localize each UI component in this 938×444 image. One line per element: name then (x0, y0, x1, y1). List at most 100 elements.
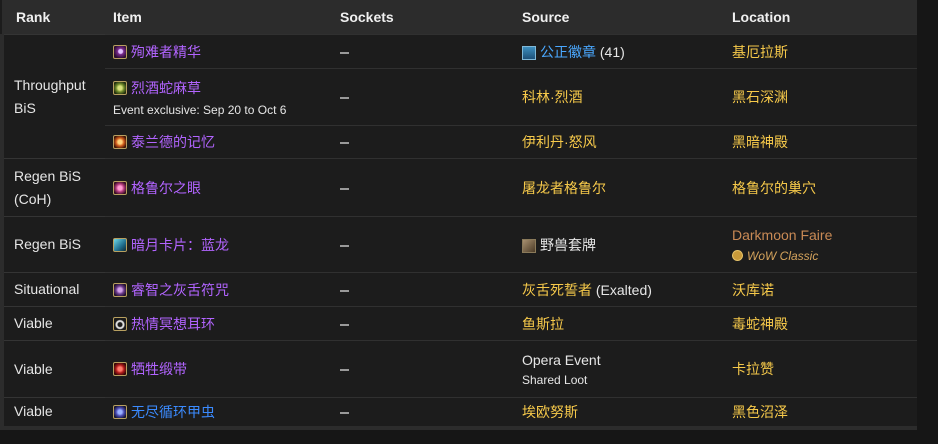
empty-socket-dash (340, 289, 349, 292)
table-row: Regen BiS (CoH) 格鲁尔之眼 屠龙者格鲁尔 格鲁尔的巢穴 (0, 158, 917, 217)
item-link[interactable]: 牺牲缎带 (131, 359, 187, 379)
card-icon[interactable] (113, 237, 127, 252)
table-row: Viable 牺牲缎带 Opera Event Shared Loot 卡拉赞 (0, 340, 917, 398)
item-cell: 睿智之灰舌符咒 (105, 272, 332, 307)
location-cell: 黑石深渊 (724, 68, 917, 126)
header-source: Source (514, 0, 724, 35)
source-link[interactable]: 灰舌死誓者 (522, 282, 592, 298)
empty-socket-dash (340, 187, 349, 190)
header-row: Rank Item Sockets Source Location (2, 0, 917, 35)
source-link[interactable]: 埃欧努斯 (522, 404, 578, 420)
item-link[interactable]: 睿智之灰舌符咒 (131, 280, 229, 300)
sockets-cell (332, 216, 514, 273)
item-cell: 殉难者精华 (105, 34, 332, 69)
source-cell: 埃欧努斯 (514, 397, 724, 430)
source-cell: 灰舌死誓者 (Exalted) (514, 272, 724, 307)
event-note: Event exclusive: Sep 20 to Oct 6 (113, 102, 287, 117)
rank-cell: Regen BiS (CoH) (0, 158, 105, 217)
location-link[interactable]: 格鲁尔的巢穴 (732, 180, 816, 196)
empty-socket-dash (340, 369, 349, 372)
rank-cell: Viable (0, 306, 105, 341)
location-link[interactable]: 沃库诺 (732, 282, 774, 298)
source-link[interactable]: 鱼斯拉 (522, 316, 564, 332)
source-cell: 野兽套牌 (514, 216, 724, 273)
location-cell: 沃库诺 (724, 272, 917, 307)
item-link[interactable]: 殉难者精华 (131, 42, 201, 62)
source-cell: 鱼斯拉 (514, 306, 724, 341)
essence-icon[interactable] (113, 44, 127, 59)
ribbon-icon[interactable] (113, 362, 127, 376)
source-standing: (Exalted) (595, 281, 652, 298)
empty-socket-dash (340, 97, 349, 100)
location-link[interactable]: 毒蛇神殿 (732, 316, 788, 332)
location-cell: 卡拉赞 (724, 340, 917, 398)
source-text: Opera Event (522, 351, 601, 368)
sockets-cell (332, 272, 514, 307)
rank-cell: Regen BiS (0, 216, 105, 273)
item-cell: 泰兰德的记忆 (105, 125, 332, 159)
source-cell: 伊利丹·怒风 (514, 125, 724, 159)
memento-icon[interactable] (113, 135, 127, 149)
ring-icon[interactable] (113, 316, 127, 331)
header-sockets: Sockets (332, 0, 514, 35)
darkmoon-faire-link[interactable]: Darkmoon Faire (732, 227, 832, 243)
table-row: Viable 无尽循环甲虫 埃欧努斯 黑色沼泽 (0, 397, 917, 430)
bis-table: Rank Item Sockets Source Location Throug… (0, 0, 917, 430)
rank-cell: Viable (0, 340, 105, 398)
table-row: Throughput BiS 殉难者精华 公正徽章 (41) 基厄拉斯 (0, 34, 917, 159)
rank-cell: Throughput BiS (0, 34, 105, 159)
location-cell: 毒蛇神殿 (724, 306, 917, 341)
sockets-cell (332, 158, 514, 217)
item-link[interactable]: 格鲁尔之眼 (131, 178, 201, 198)
empty-socket-dash (340, 323, 349, 326)
location-cell: 格鲁尔的巢穴 (724, 158, 917, 217)
table-row: Viable 热情冥想耳环 鱼斯拉 毒蛇神殿 (0, 306, 917, 341)
sockets-cell (332, 397, 514, 430)
location-link[interactable]: 黑石深渊 (732, 89, 788, 105)
item-cell: 烈酒蛇麻草 Event exclusive: Sep 20 to Oct 6 (105, 68, 332, 126)
rank-cell: Situational (0, 272, 105, 307)
sockets-cell (332, 68, 514, 126)
item-link[interactable]: 无尽循环甲虫 (131, 402, 215, 422)
table-row: Regen BiS 暗月卡片：蓝龙 野兽套牌 Darkmoon Faire Wo… (0, 216, 917, 273)
item-cell: 牺牲缎带 (105, 340, 332, 398)
empty-socket-dash (340, 412, 349, 415)
item-link[interactable]: 泰兰德的记忆 (131, 132, 215, 152)
source-link[interactable]: 屠龙者格鲁尔 (522, 180, 606, 196)
empty-socket-dash (340, 142, 349, 145)
source-cell: 公正徽章 (41) (514, 34, 724, 69)
source-link[interactable]: 伊利丹·怒风 (522, 134, 597, 150)
source-link[interactable]: 科林·烈酒 (522, 89, 583, 105)
location-link[interactable]: 基厄拉斯 (732, 44, 788, 60)
table-row: 烈酒蛇麻草 Event exclusive: Sep 20 to Oct 6 科… (2, 68, 917, 126)
wow-classic-tag: WoW Classic (732, 249, 917, 263)
scarab-icon[interactable] (113, 404, 127, 419)
source-link[interactable]: 公正徽章 (540, 44, 596, 60)
item-cell: 无尽循环甲虫 (105, 397, 332, 430)
eye-icon[interactable] (113, 180, 127, 195)
sockets-cell (332, 340, 514, 398)
empty-socket-dash (340, 51, 349, 54)
location-link[interactable]: 黑暗神殿 (732, 134, 788, 150)
table-row: 泰兰德的记忆 伊利丹·怒风 黑暗神殿 (2, 125, 917, 159)
hops-icon[interactable] (113, 80, 127, 95)
item-cell: 格鲁尔之眼 (105, 158, 332, 217)
source-text: 野兽套牌 (540, 236, 596, 253)
sockets-cell (332, 34, 514, 69)
wow-classic-label: WoW Classic (747, 248, 819, 263)
table-row: Situational 睿智之灰舌符咒 灰舌死誓者 (Exalted) 沃库诺 (0, 272, 917, 307)
location-link[interactable]: 卡拉赞 (732, 361, 774, 377)
header-location: Location (724, 0, 917, 35)
charm-icon[interactable] (113, 282, 127, 297)
item-link[interactable]: 暗月卡片：蓝龙 (131, 235, 229, 255)
header-rank: Rank (2, 0, 105, 35)
source-cell: 科林·烈酒 (514, 68, 724, 126)
badge-of-justice-icon (522, 45, 536, 60)
location-cell: 黑暗神殿 (724, 125, 917, 159)
location-link[interactable]: 黑色沼泽 (732, 404, 788, 420)
item-link[interactable]: 烈酒蛇麻草 (131, 78, 201, 98)
sockets-cell (332, 306, 514, 341)
wow-classic-icon (732, 250, 743, 261)
item-link[interactable]: 热情冥想耳环 (131, 314, 215, 334)
source-cell: Opera Event Shared Loot (514, 340, 724, 398)
